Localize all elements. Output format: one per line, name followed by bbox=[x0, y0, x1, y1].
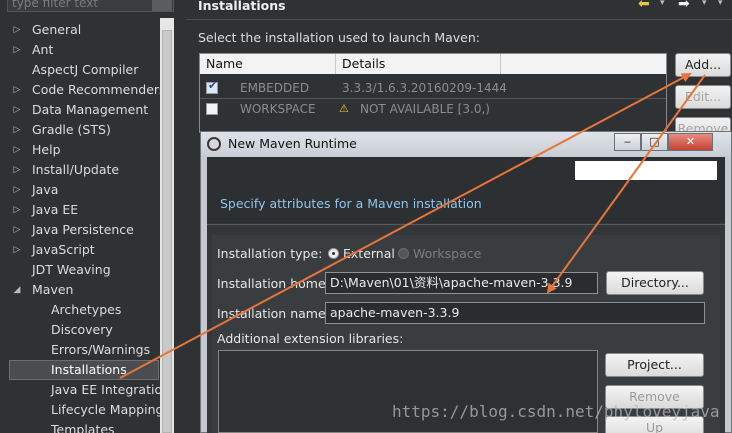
workspace-radio[interactable] bbox=[398, 248, 409, 259]
table-header: Name Details bbox=[200, 54, 666, 74]
tree-item[interactable]: Errors/Warnings bbox=[51, 340, 150, 360]
collapsed-twisty-icon[interactable]: ▷ bbox=[12, 165, 22, 175]
directory-button[interactable]: Directory... bbox=[606, 271, 704, 295]
row-details: 3.3.3/1.6.3.20160209-1444 bbox=[342, 81, 507, 95]
dialog-separator bbox=[207, 224, 725, 225]
collapsed-twisty-icon[interactable]: ▷ bbox=[12, 105, 22, 115]
row-details: NOT AVAILABLE [3.0,) bbox=[360, 102, 490, 116]
collapsed-twisty-icon[interactable]: ▷ bbox=[12, 205, 22, 215]
collapsed-twisty-icon[interactable]: ▷ bbox=[12, 185, 22, 195]
tree-item[interactable]: General bbox=[32, 20, 81, 40]
filter-input[interactable]: type filter text bbox=[7, 0, 174, 12]
extension-libraries-list[interactable] bbox=[218, 350, 598, 433]
tree-item[interactable]: Data Management bbox=[32, 100, 148, 120]
tree-item[interactable]: Java EE Integration bbox=[51, 380, 170, 400]
column-header-name[interactable]: Name bbox=[200, 54, 336, 74]
table-row[interactable]: ✔ EMBEDDED 3.3.3/1.6.3.20160209-1444 bbox=[200, 78, 666, 98]
tree-item[interactable]: Code Recommenders bbox=[32, 80, 166, 100]
remove-library-button[interactable]: Remove bbox=[605, 385, 704, 409]
page-intro-text: Select the installation used to launch M… bbox=[198, 30, 480, 45]
forward-arrow-icon[interactable]: ➡ bbox=[678, 0, 690, 12]
tree-item[interactable]: Java Persistence bbox=[32, 220, 134, 240]
back-menu-chevron-down-icon[interactable]: ▾ bbox=[660, 0, 665, 8]
check-icon: ✔ bbox=[208, 79, 218, 92]
row-checkbox[interactable] bbox=[206, 103, 218, 115]
tree-item[interactable]: Java bbox=[32, 180, 58, 200]
tree-item[interactable]: Maven bbox=[32, 280, 73, 300]
collapsed-twisty-icon[interactable]: ▷ bbox=[12, 125, 22, 135]
external-radio[interactable] bbox=[328, 248, 339, 259]
back-arrow-icon[interactable]: ⬅ bbox=[638, 0, 650, 12]
tree-item[interactable]: Help bbox=[32, 140, 61, 160]
extension-libraries-label: Additional extension libraries: bbox=[217, 331, 404, 346]
tree-item[interactable]: Gradle (STS) bbox=[32, 120, 111, 140]
tree-item[interactable]: Archetypes bbox=[51, 300, 121, 320]
collapsed-twisty-icon[interactable]: ▷ bbox=[12, 245, 22, 255]
tree-item[interactable]: JDT Weaving bbox=[32, 260, 111, 280]
forward-menu-chevron-down-icon[interactable]: ▾ bbox=[702, 0, 707, 8]
installation-type-label: Installation type: bbox=[217, 246, 323, 261]
add-button[interactable]: Add... bbox=[675, 53, 731, 77]
workspace-radio-label[interactable]: Workspace bbox=[413, 246, 481, 261]
tree-item[interactable]: Install/Update bbox=[32, 160, 119, 180]
row-name: WORKSPACE bbox=[240, 102, 316, 116]
collapsed-twisty-icon[interactable]: ▷ bbox=[12, 145, 22, 155]
tree-item[interactable]: Java EE bbox=[32, 200, 78, 220]
up-button[interactable]: Up bbox=[605, 416, 704, 433]
tree-scrollbar-thumb[interactable] bbox=[162, 30, 172, 433]
tree-item[interactable]: Ant bbox=[32, 40, 53, 60]
installation-name-input[interactable]: apache-maven-3.3.9 bbox=[325, 302, 705, 324]
collapsed-twisty-icon[interactable]: ▷ bbox=[12, 225, 22, 235]
expanded-twisty-icon[interactable]: ◢ bbox=[12, 285, 22, 295]
clear-filter-icon[interactable] bbox=[152, 0, 172, 11]
minimize-icon[interactable]: ‒ bbox=[614, 133, 641, 151]
row-name: EMBEDDED bbox=[240, 81, 310, 95]
installation-home-input[interactable]: D:\Maven\01\资料\apache-maven-3.3.9 bbox=[325, 272, 598, 294]
installation-name-label: Installation name: bbox=[217, 306, 330, 321]
collapsed-twisty-icon[interactable]: ▷ bbox=[12, 25, 22, 35]
close-icon[interactable]: ✕ bbox=[668, 133, 713, 151]
installation-home-label: Installation home: bbox=[217, 276, 330, 291]
dialog-description: Specify attributes for a Maven installat… bbox=[220, 196, 482, 211]
column-header-empty bbox=[501, 54, 666, 74]
external-radio-label[interactable]: External bbox=[343, 246, 395, 261]
collapsed-twisty-icon[interactable]: ▷ bbox=[12, 45, 22, 55]
tree-item[interactable]: Discovery bbox=[51, 320, 113, 340]
tree-item[interactable]: AspectJ Compiler bbox=[32, 60, 138, 80]
dialog-title: New Maven Runtime bbox=[228, 136, 357, 151]
page-title: Installations bbox=[198, 0, 286, 13]
collapsed-twisty-icon[interactable]: ▷ bbox=[12, 85, 22, 95]
row-checkbox[interactable]: ✔ bbox=[206, 79, 218, 94]
column-header-details[interactable]: Details bbox=[336, 54, 501, 74]
eclipse-gear-icon bbox=[207, 137, 221, 151]
dialog-banner-image bbox=[575, 161, 717, 180]
project-button[interactable]: Project... bbox=[605, 353, 704, 377]
tree-item[interactable]: Lifecycle Mapping bbox=[51, 400, 163, 420]
warning-icon: ⚠ bbox=[339, 102, 349, 115]
view-menu-chevron-down-icon[interactable]: ▾ bbox=[718, 0, 723, 8]
tree-item[interactable]: JavaScript bbox=[32, 240, 95, 260]
edit-button[interactable]: Edit... bbox=[675, 85, 731, 109]
table-row[interactable]: WORKSPACE ⚠ NOT AVAILABLE [3.0,) bbox=[200, 99, 666, 119]
tree-item[interactable]: Templates bbox=[51, 420, 115, 433]
tree-item[interactable]: Installations bbox=[51, 360, 127, 380]
header-separator bbox=[186, 19, 732, 20]
maximize-icon[interactable]: □ bbox=[641, 133, 668, 151]
